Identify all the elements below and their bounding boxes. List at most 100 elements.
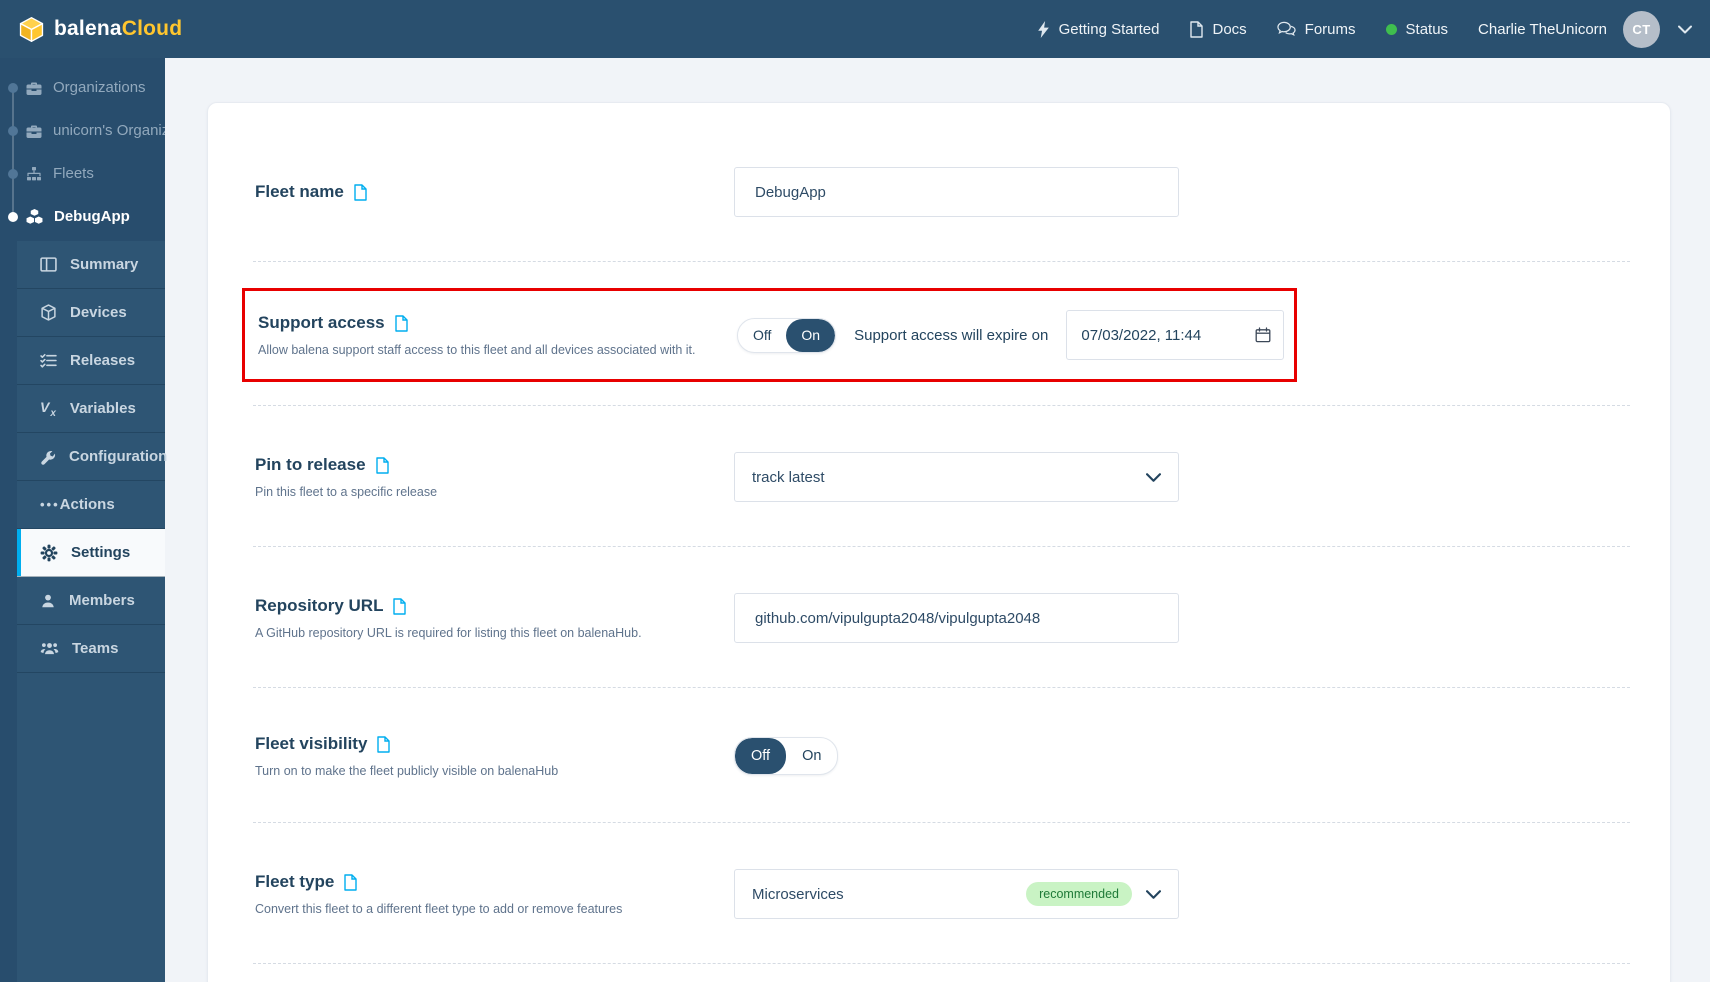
support-access-label: Support access: [258, 313, 737, 333]
nav-getting-started[interactable]: Getting Started: [1037, 21, 1160, 38]
fleet-type-description: Convert this fleet to a different fleet …: [255, 902, 734, 916]
section-divider: [253, 261, 1630, 262]
fleet-type-section: Fleet type Convert this fleet to a diffe…: [208, 823, 1670, 963]
support-access-highlight: Support access Allow balena support staf…: [242, 288, 1297, 382]
calendar-icon[interactable]: [1255, 327, 1271, 343]
sidebar-item-label: Settings: [71, 544, 130, 561]
sidebar: Organizations unicorn's Organiz… Fleets …: [0, 58, 165, 982]
tree-item-label: unicorn's Organiz…: [53, 122, 165, 139]
sidebar-item-summary[interactable]: Summary: [17, 241, 165, 289]
support-expiry-value: 07/03/2022, 11:44: [1081, 327, 1201, 344]
fleet-visibility-toggle-on[interactable]: On: [786, 738, 837, 774]
copy-doc-icon[interactable]: [353, 184, 367, 201]
repository-url-label-col: Repository URL A GitHub repository URL i…: [255, 596, 734, 640]
sidebar-item-members[interactable]: Members: [17, 577, 165, 625]
fleet-name-label-col: Fleet name: [255, 182, 734, 202]
main-content: Fleet name Support access Allow balena s…: [165, 58, 1710, 982]
sidebar-item-label: Summary: [70, 256, 138, 273]
tree-dot: [8, 83, 18, 93]
team-icon: [40, 641, 59, 656]
support-access-toggle-on[interactable]: On: [786, 319, 835, 352]
sidebar-item-label: Releases: [70, 352, 135, 369]
repository-url-label: Repository URL: [255, 596, 734, 616]
nav-status-label: Status: [1406, 21, 1449, 38]
gear-icon: [40, 544, 58, 562]
nav-forums[interactable]: Forums: [1277, 21, 1356, 38]
doc-icon: [1189, 21, 1203, 38]
fleet-visibility-section: Fleet visibility Turn on to make the fle…: [208, 688, 1670, 822]
nav-getting-started-label: Getting Started: [1059, 21, 1160, 38]
sidebar-item-devices[interactable]: Devices: [17, 289, 165, 337]
chevron-down-icon: [1146, 473, 1161, 482]
support-access-controls: Off On Support access will expire on 07/…: [737, 310, 1284, 360]
user-menu-chevron[interactable]: [1678, 25, 1692, 34]
fleet-type-label: Fleet type: [255, 872, 734, 892]
box-icon: [40, 304, 57, 321]
sidebar-item-releases[interactable]: Releases: [17, 337, 165, 385]
cubes-icon: [26, 209, 43, 224]
repository-url-label-text: Repository URL: [255, 596, 383, 616]
avatar[interactable]: CT: [1623, 11, 1660, 48]
repository-url-input[interactable]: [734, 593, 1179, 643]
tree-item-organization-unicorn[interactable]: unicorn's Organiz…: [0, 109, 165, 152]
briefcase-icon: [26, 123, 42, 139]
support-expiry-datetime-input[interactable]: 07/03/2022, 11:44: [1066, 310, 1284, 360]
sidebar-item-label: Devices: [70, 304, 127, 321]
fleet-visibility-label-col: Fleet visibility Turn on to make the fle…: [255, 734, 734, 778]
support-access-description: Allow balena support staff access to thi…: [258, 343, 737, 357]
chat-bubbles-icon: [1277, 21, 1296, 37]
section-divider: [253, 963, 1630, 964]
fleet-name-label-text: Fleet name: [255, 182, 344, 202]
navbar-links: Getting Started Docs Forums Status Charl…: [1037, 11, 1692, 48]
sidebar-item-configuration[interactable]: Configuration: [17, 433, 165, 481]
sidebar-item-label: Configuration: [69, 448, 167, 465]
fleet-visibility-toggle-off[interactable]: Off: [735, 738, 786, 774]
sidebar-item-label: Variables: [70, 400, 136, 417]
sidebar-item-settings[interactable]: Settings: [17, 529, 165, 577]
support-expiry-label: Support access will expire on: [854, 327, 1048, 344]
fleet-type-select[interactable]: Microservices recommended: [734, 869, 1179, 919]
tree-dot: [8, 169, 18, 179]
tree-connector-line: [12, 88, 14, 217]
sitemap-icon: [26, 166, 42, 182]
nav-forums-label: Forums: [1305, 21, 1356, 38]
support-access-label-col: Support access Allow balena support staf…: [258, 313, 737, 357]
support-access-label-text: Support access: [258, 313, 385, 333]
briefcase-icon: [26, 80, 42, 96]
fleet-name-label: Fleet name: [255, 182, 734, 202]
fleet-name-section: Fleet name: [208, 103, 1670, 261]
copy-doc-icon[interactable]: [394, 315, 408, 332]
sidebar-item-actions[interactable]: ••• Actions: [17, 481, 165, 529]
tree-dot: [8, 126, 18, 136]
tree-item-debugapp[interactable]: DebugApp: [0, 195, 165, 238]
sidebar-item-label: Teams: [72, 640, 118, 657]
pin-to-release-label-col: Pin to release Pin this fleet to a speci…: [255, 455, 734, 499]
brand-logo[interactable]: balenaCloud: [18, 16, 182, 43]
tree-item-organizations[interactable]: Organizations: [0, 66, 165, 109]
nav-docs[interactable]: Docs: [1189, 21, 1246, 38]
support-access-toggle-off[interactable]: Off: [738, 319, 786, 352]
sidebar-item-label: Members: [69, 592, 135, 609]
sidebar-item-variables[interactable]: Vx Variables: [17, 385, 165, 433]
member-icon: [40, 593, 56, 609]
fleet-visibility-toggle: Off On: [734, 737, 838, 775]
user-name: Charlie TheUnicorn: [1478, 21, 1607, 38]
tree-item-fleets[interactable]: Fleets: [0, 152, 165, 195]
nav-status[interactable]: Status: [1386, 21, 1449, 38]
copy-doc-icon[interactable]: [375, 457, 389, 474]
fleet-name-input[interactable]: [734, 167, 1179, 217]
copy-doc-icon[interactable]: [376, 736, 390, 753]
repository-url-description: A GitHub repository URL is required for …: [255, 626, 734, 640]
fleet-type-label-col: Fleet type Convert this fleet to a diffe…: [255, 872, 734, 916]
pin-to-release-select[interactable]: track latest: [734, 452, 1179, 502]
tree-item-label: Organizations: [53, 79, 146, 96]
pin-to-release-label-text: Pin to release: [255, 455, 366, 475]
copy-doc-icon[interactable]: [392, 598, 406, 615]
top-navbar: balenaCloud Getting Started Docs Forums …: [0, 0, 1710, 58]
fleet-visibility-label: Fleet visibility: [255, 734, 734, 754]
fleet-settings-card: Fleet name Support access Allow balena s…: [207, 102, 1671, 982]
copy-doc-icon[interactable]: [343, 874, 357, 891]
status-dot-icon: [1386, 24, 1397, 35]
balena-cube-icon: [18, 16, 45, 43]
sidebar-item-teams[interactable]: Teams: [17, 625, 165, 673]
